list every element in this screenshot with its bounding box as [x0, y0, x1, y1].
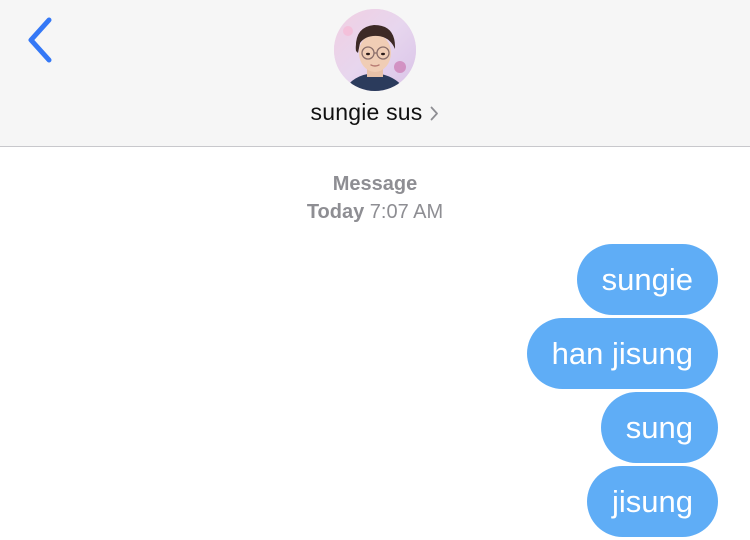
chevron-right-icon — [430, 106, 439, 121]
service-label: Message — [332, 173, 418, 195]
avatar-photo — [334, 9, 416, 91]
message-list: sungie han jisung sung jisung — [526, 244, 718, 537]
messages-screen: sungie sus Message Today 7:07 AM sungie … — [0, 0, 750, 540]
contact-name: sungie sus — [310, 98, 423, 125]
message-bubble-outgoing[interactable]: sungie — [576, 244, 718, 315]
day-label: Today — [306, 201, 365, 223]
contact-name-button[interactable]: sungie sus — [0, 96, 750, 128]
message-bubble-outgoing[interactable]: sung — [600, 392, 718, 463]
conversation-header: sungie sus — [0, 0, 750, 147]
contact-avatar[interactable] — [334, 9, 416, 91]
message-bubble-outgoing[interactable]: han jisung — [526, 318, 718, 389]
conversation-timestamp: Message Today 7:07 AM — [0, 170, 750, 226]
timestamp: Today 7:07 AM — [0, 198, 750, 226]
message-bubble-outgoing[interactable]: jisung — [587, 466, 718, 537]
time-label: 7:07 AM — [369, 201, 444, 223]
chevron-left-icon — [28, 17, 52, 63]
back-button[interactable] — [18, 14, 62, 66]
